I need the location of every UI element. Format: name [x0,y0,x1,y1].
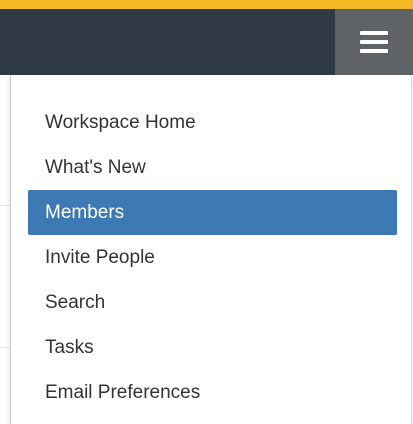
app-page: Workspace Home What's New Members Invite… [0,0,413,424]
menu-item-members[interactable]: Members [28,190,397,235]
menu-item-search[interactable]: Search [28,280,397,325]
menu-item-workspace-home[interactable]: Workspace Home [28,100,397,145]
hamburger-menu-icon [360,31,388,53]
menu-list: Workspace Home What's New Members Invite… [11,75,411,415]
menu-item-invite-people[interactable]: Invite People [28,235,397,280]
menu-item-email-preferences[interactable]: Email Preferences [28,370,397,415]
background-divider [0,205,10,206]
background-divider [0,347,10,348]
accent-bar [0,0,413,9]
menu-toggle-button[interactable] [335,9,413,75]
menu-item-tasks[interactable]: Tasks [28,325,397,370]
navigation-dropdown-menu: Workspace Home What's New Members Invite… [10,75,412,424]
menu-item-whats-new[interactable]: What's New [28,145,397,190]
